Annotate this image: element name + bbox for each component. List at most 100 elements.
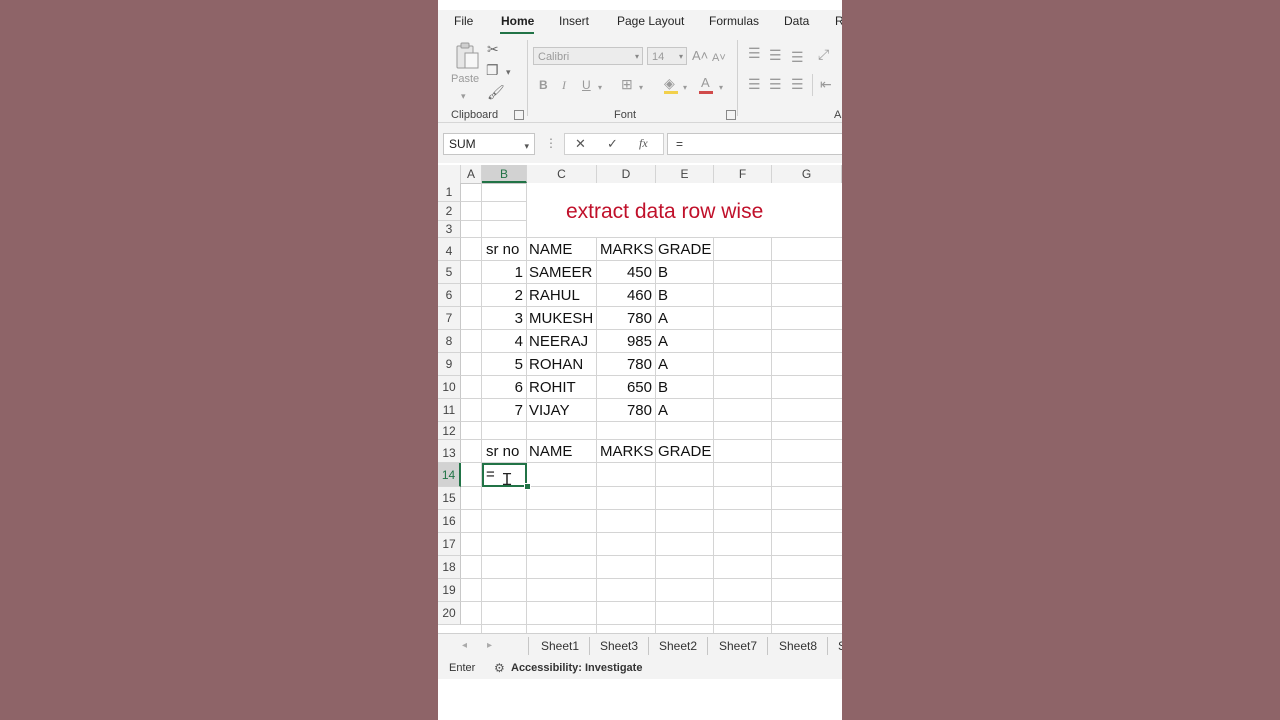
row-header-19[interactable]: 19 (438, 579, 461, 602)
row-header-2[interactable]: 2 (438, 202, 461, 221)
header2-cell-grade[interactable]: GRADE (658, 443, 711, 460)
tab-formulas[interactable]: Formulas (709, 14, 759, 28)
tab-page-layout[interactable]: Page Layout (617, 14, 684, 28)
insert-function-icon[interactable]: fx (639, 136, 648, 151)
header-cell-grade[interactable]: GRADE (658, 241, 711, 258)
fill-color-icon[interactable]: ◈ (664, 75, 675, 91)
decrease-indent-icon[interactable]: ⇤ (820, 76, 832, 92)
clipboard-launcher-icon[interactable] (514, 110, 524, 120)
column-header-b[interactable]: B (482, 165, 527, 183)
cell-name[interactable]: MUKESH (529, 310, 593, 327)
header2-cell-marks[interactable]: MARKS (600, 443, 653, 460)
sheet-tab-sheet7[interactable]: Sheet7 (719, 639, 757, 653)
tab-data[interactable]: Data (784, 14, 809, 28)
row-header-13[interactable]: 13 (438, 440, 461, 463)
cell-marks[interactable]: 780 (597, 356, 652, 373)
cell-sr[interactable]: 1 (482, 264, 523, 281)
cell-name[interactable]: VIJAY (529, 402, 570, 419)
cell-grade[interactable]: A (658, 356, 668, 373)
prev-sheet-icon[interactable]: ◂ (462, 640, 467, 651)
font-color-dropdown-icon[interactable]: ▾ (719, 80, 723, 96)
cell-sr[interactable]: 2 (482, 287, 523, 304)
underline-dropdown-icon[interactable]: ▾ (598, 80, 602, 96)
sheet-tab-sheet3[interactable]: Sheet3 (600, 639, 638, 653)
cell-grade[interactable]: A (658, 333, 668, 350)
column-header-a[interactable]: A (461, 165, 482, 183)
header-cell-srno[interactable]: sr no (486, 241, 519, 258)
sheet-tab-sheet1[interactable]: Sheet1 (541, 639, 579, 653)
cell-name[interactable]: SAMEER (529, 264, 592, 281)
next-sheet-icon[interactable]: ▸ (487, 640, 492, 651)
accessibility-icon[interactable]: ⚙ (494, 661, 505, 675)
row-header-1[interactable]: 1 (438, 183, 461, 202)
cell-marks[interactable]: 460 (597, 287, 652, 304)
more-icon[interactable]: ⋮ (545, 136, 557, 150)
row-header-20[interactable]: 20 (438, 602, 461, 625)
header2-cell-srno[interactable]: sr no (486, 443, 519, 460)
tab-insert[interactable]: Insert (559, 14, 589, 28)
column-header-e[interactable]: E (656, 165, 714, 183)
cancel-icon[interactable]: ✕ (575, 136, 586, 152)
italic-icon[interactable]: I (562, 77, 566, 93)
align-right-icon[interactable]: ☰ (791, 76, 804, 92)
tab-home[interactable]: Home (501, 14, 534, 28)
format-painter-icon[interactable]: 🖌 (487, 84, 505, 100)
increase-font-icon[interactable]: A˄ (692, 48, 708, 64)
copy-dropdown-icon[interactable]: ▾ (506, 64, 511, 80)
sheet-tab-sheet8[interactable]: Sheet8 (779, 639, 817, 653)
paste-dropdown-icon[interactable]: ▾ (461, 88, 466, 104)
paste-label[interactable]: Paste (451, 73, 479, 85)
column-header-f[interactable]: F (714, 165, 772, 183)
header2-cell-name[interactable]: NAME (529, 443, 572, 460)
row-header-17[interactable]: 17 (438, 533, 461, 556)
cell-grade[interactable]: A (658, 402, 668, 419)
row-header-10[interactable]: 10 (438, 376, 461, 399)
cell-sr[interactable]: 3 (482, 310, 523, 327)
accessibility-status[interactable]: Accessibility: Investigate (511, 662, 642, 674)
copy-icon[interactable]: ❐ (486, 62, 499, 78)
row-header-5[interactable]: 5 (438, 261, 461, 284)
row-header-7[interactable]: 7 (438, 307, 461, 330)
cell-grade[interactable]: B (658, 379, 668, 396)
cell-name[interactable]: ROHAN (529, 356, 583, 373)
sheet-tab-sheet2[interactable]: Sheet2 (659, 639, 697, 653)
cell-sr[interactable]: 4 (482, 333, 523, 350)
align-middle-icon[interactable]: ☰ (769, 47, 782, 63)
cell-marks[interactable]: 780 (597, 310, 652, 327)
align-bottom-icon[interactable]: ☰ (791, 49, 804, 65)
fill-dropdown-icon[interactable]: ▾ (683, 80, 687, 96)
align-top-icon[interactable]: ☰ (748, 45, 761, 61)
font-size-box[interactable]: 14 ▾ (647, 47, 687, 65)
cell-marks[interactable]: 650 (597, 379, 652, 396)
column-header-g[interactable]: G (772, 165, 842, 183)
select-all-corner[interactable] (438, 165, 461, 183)
row-header-16[interactable]: 16 (438, 510, 461, 533)
cell-sr[interactable]: 6 (482, 379, 523, 396)
underline-icon[interactable]: U (582, 77, 591, 93)
paste-icon[interactable] (454, 42, 480, 70)
cell-grade[interactable]: B (658, 264, 668, 281)
borders-dropdown-icon[interactable]: ▾ (639, 80, 643, 96)
font-launcher-icon[interactable] (726, 110, 736, 120)
decrease-font-icon[interactable]: A˅ (712, 50, 726, 66)
cell-sr[interactable]: 7 (482, 402, 523, 419)
fill-handle[interactable] (524, 483, 531, 490)
cell-name[interactable]: ROHIT (529, 379, 576, 396)
column-header-c[interactable]: C (527, 165, 597, 183)
cell-grade[interactable]: B (658, 287, 668, 304)
cut-icon[interactable]: ✂ (487, 41, 499, 57)
orientation-icon[interactable]: ⤢ (818, 46, 829, 62)
cell-marks[interactable]: 780 (597, 402, 652, 419)
cell-marks[interactable]: 985 (597, 333, 652, 350)
row-header-15[interactable]: 15 (438, 487, 461, 510)
cell-marks[interactable]: 450 (597, 264, 652, 281)
cell-name[interactable]: NEERAJ (529, 333, 588, 350)
header-cell-name[interactable]: NAME (529, 241, 572, 258)
row-header-3[interactable]: 3 (438, 221, 461, 238)
row-header-8[interactable]: 8 (438, 330, 461, 353)
cell-name[interactable]: RAHUL (529, 287, 580, 304)
sheet-tab-partial[interactable]: S (838, 639, 842, 653)
align-left-icon[interactable]: ☰ (748, 76, 761, 92)
row-header-18[interactable]: 18 (438, 556, 461, 579)
cell-sr[interactable]: 5 (482, 356, 523, 373)
